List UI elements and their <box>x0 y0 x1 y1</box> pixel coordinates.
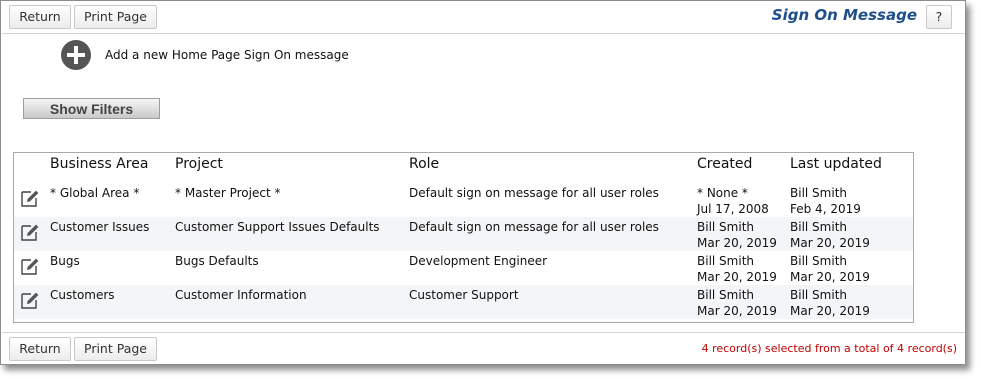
created-date: Mar 20, 2019 <box>697 236 777 250</box>
add-message-link[interactable]: Add a new Home Page Sign On message <box>105 48 349 62</box>
header-project[interactable]: Project <box>175 156 223 172</box>
updated-date: Feb 4, 2019 <box>790 202 861 216</box>
cell-last-updated: Bill Smith Mar 20, 2019 <box>790 287 870 319</box>
show-filters-button[interactable]: Show Filters <box>23 98 160 119</box>
cell-role: Customer Support <box>409 288 519 302</box>
table-row[interactable]: Customers Customer Information Customer … <box>14 285 913 319</box>
footer-divider <box>2 332 965 333</box>
table-row[interactable]: * Global Area * * Master Project * Defau… <box>14 183 913 217</box>
updated-date: Mar 20, 2019 <box>790 236 870 250</box>
created-by: Bill Smith <box>697 220 754 234</box>
updated-date: Mar 20, 2019 <box>790 304 870 318</box>
cell-role: Default sign on message for all user rol… <box>409 186 659 200</box>
page-title: Sign On Message <box>771 6 917 24</box>
table-row[interactable]: Bugs Bugs Defaults Development Engineer … <box>14 251 913 285</box>
cell-business-area: Customers <box>50 288 115 302</box>
edit-icon[interactable] <box>20 290 40 310</box>
header-last-updated[interactable]: Last updated <box>790 156 882 172</box>
created-date: Mar 20, 2019 <box>697 270 777 284</box>
updated-by: Bill Smith <box>790 254 847 268</box>
created-date: Mar 20, 2019 <box>697 304 777 318</box>
edit-icon[interactable] <box>20 188 40 208</box>
created-by: Bill Smith <box>697 254 754 268</box>
cell-business-area: * Global Area * <box>50 186 140 200</box>
footer-return-button[interactable]: Return <box>9 337 71 361</box>
header-created[interactable]: Created <box>697 156 752 172</box>
messages-table: Business Area Project Role Created Last … <box>13 152 914 323</box>
updated-by: Bill Smith <box>790 186 847 200</box>
cell-project: * Master Project * <box>175 186 281 200</box>
cell-role: Development Engineer <box>409 254 548 268</box>
cell-project: Customer Information <box>175 288 307 302</box>
cell-role: Default sign on message for all user rol… <box>409 220 659 234</box>
header-business-area[interactable]: Business Area <box>50 156 148 172</box>
toolbar-divider <box>2 33 965 34</box>
cell-created: Bill Smith Mar 20, 2019 <box>697 287 777 319</box>
cell-last-updated: Bill Smith Feb 4, 2019 <box>790 185 861 217</box>
cell-last-updated: Bill Smith Mar 20, 2019 <box>790 219 870 251</box>
return-button[interactable]: Return <box>9 5 71 29</box>
cell-project: Bugs Defaults <box>175 254 259 268</box>
add-message-row[interactable]: Add a new Home Page Sign On message <box>61 40 349 70</box>
cell-created: Bill Smith Mar 20, 2019 <box>697 219 777 251</box>
edit-icon[interactable] <box>20 256 40 276</box>
plus-circle-icon[interactable] <box>61 40 91 70</box>
cell-created: Bill Smith Mar 20, 2019 <box>697 253 777 285</box>
updated-by: Bill Smith <box>790 220 847 234</box>
print-page-button[interactable]: Print Page <box>74 5 157 29</box>
header-role[interactable]: Role <box>409 156 439 172</box>
edit-icon[interactable] <box>20 222 40 242</box>
cell-last-updated: Bill Smith Mar 20, 2019 <box>790 253 870 285</box>
created-by: Bill Smith <box>697 288 754 302</box>
help-button[interactable]: ? <box>926 5 952 29</box>
cell-project: Customer Support Issues Defaults <box>175 220 380 234</box>
cell-business-area: Bugs <box>50 254 80 268</box>
cell-created: * None * Jul 17, 2008 <box>697 185 769 217</box>
updated-by: Bill Smith <box>790 288 847 302</box>
record-count-status: 4 record(s) selected from a total of 4 r… <box>701 342 957 355</box>
cell-business-area: Customer Issues <box>50 220 150 234</box>
table-row[interactable]: Customer Issues Customer Support Issues … <box>14 217 913 251</box>
footer-print-page-button[interactable]: Print Page <box>74 337 157 361</box>
sign-on-message-window: Return Print Page Sign On Message ? Add … <box>0 0 966 365</box>
created-by: * None * <box>697 186 748 200</box>
created-date: Jul 17, 2008 <box>697 202 769 216</box>
updated-date: Mar 20, 2019 <box>790 270 870 284</box>
